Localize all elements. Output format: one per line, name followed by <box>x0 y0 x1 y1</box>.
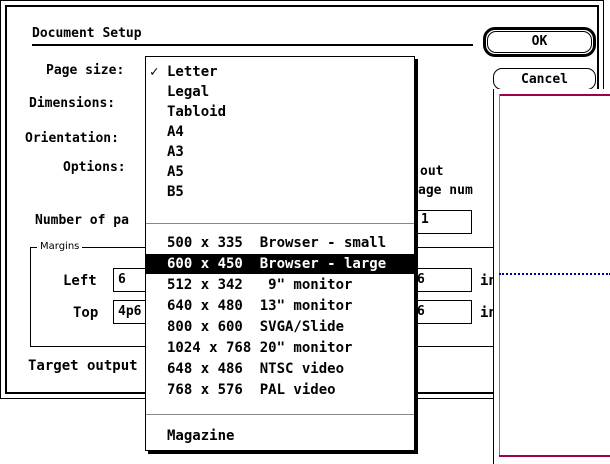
cancel-button[interactable]: Cancel <box>493 68 596 90</box>
orientation-label: Orientation: <box>25 131 119 146</box>
menu-separator <box>146 223 414 224</box>
menu-item-magazine[interactable]: Magazine <box>146 426 414 446</box>
options-checkbox-text-2: age num <box>418 183 473 198</box>
menu-item-letter[interactable]: Letter <box>146 62 414 82</box>
preview-top-edge <box>499 94 610 96</box>
margins-group-label: Margins <box>37 240 83 254</box>
menu-item-a4[interactable]: A4 <box>146 122 414 142</box>
ok-button[interactable]: OK <box>487 31 592 53</box>
menu-item-13-monitor[interactable]: 640 x 480 13" monitor <box>146 296 414 316</box>
page-size-popup-menu: ✓ Letter Legal Tabloid A4 A3 A5 B5 500 x… <box>145 56 415 451</box>
page-preview <box>493 89 610 464</box>
dialog-title: Document Setup <box>32 26 142 41</box>
menu-item-ntsc-video[interactable]: 648 x 486 NTSC video <box>146 359 414 379</box>
menu-item-9-monitor[interactable]: 512 x 342 9" monitor <box>146 275 414 295</box>
preview-left-edge <box>499 94 500 456</box>
page-size-label: Page size: <box>46 63 125 78</box>
menu-item-20-monitor[interactable]: 1024 x 768 20" monitor <box>146 338 414 358</box>
target-output-label: Target output <box>28 358 138 374</box>
left-margin-label: Left <box>63 273 97 289</box>
menu-item-pal-video[interactable]: 768 x 576 PAL video <box>146 380 414 400</box>
menu-item-b5[interactable]: B5 <box>146 182 414 202</box>
menu-item-tabloid[interactable]: Tabloid <box>146 102 414 122</box>
menu-item-browser-small[interactable]: 500 x 335 Browser - small <box>146 233 414 253</box>
menu-separator <box>146 414 414 415</box>
preview-guide-line <box>499 273 610 275</box>
options-label: Options: <box>63 160 126 175</box>
top-margin-label: Top <box>73 305 99 321</box>
title-underline <box>32 44 473 46</box>
preview-bottom-edge <box>499 455 610 457</box>
number-of-pages-label: Number of pa <box>35 213 129 228</box>
dimensions-label: Dimensions: <box>29 96 116 111</box>
menu-item-legal[interactable]: Legal <box>146 82 414 102</box>
menu-item-svga-slide[interactable]: 800 x 600 SVGA/Slide <box>146 317 414 337</box>
menu-item-a3[interactable]: A3 <box>146 142 414 162</box>
right-margin-field[interactable]: 6 <box>412 268 472 292</box>
options-checkbox-text-1: out <box>420 164 444 179</box>
number-of-pages-field[interactable]: 1 <box>416 210 472 234</box>
menu-item-browser-large[interactable]: 600 x 450 Browser - large <box>146 254 414 274</box>
bottom-margin-field[interactable]: 6 <box>412 300 472 324</box>
menu-item-a5[interactable]: A5 <box>146 162 414 182</box>
